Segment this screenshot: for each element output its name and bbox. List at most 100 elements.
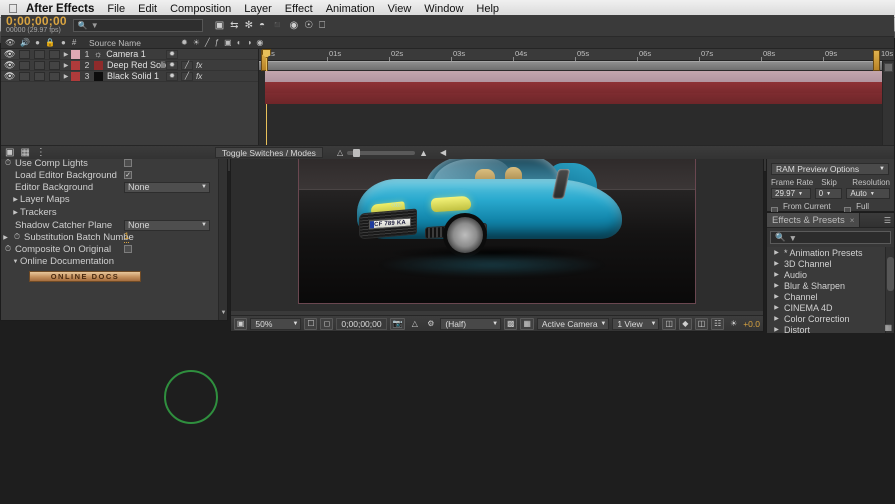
collapse-panel-icon[interactable]: ◀: [440, 148, 446, 157]
track-row[interactable]: [259, 93, 882, 104]
choose-grid-icon[interactable]: ☐: [304, 317, 318, 330]
substitution-value[interactable]: 1: [124, 231, 130, 243]
channel-icon[interactable]: ⚙: [424, 318, 437, 330]
chevron-right-icon[interactable]: ▶: [772, 315, 781, 322]
transparency-grid-icon[interactable]: ▦: [520, 317, 534, 330]
new-folder-icon[interactable]: ▦: [884, 323, 892, 332]
prop-editor-background[interactable]: Editor Background None ▼: [1, 181, 227, 193]
resolution-dropdown[interactable]: (Half) ▼: [440, 317, 502, 330]
layer-label-color[interactable]: [71, 71, 80, 81]
group-trackers[interactable]: ▶ Trackers: [1, 206, 227, 219]
solo-icon[interactable]: ●: [35, 38, 40, 47]
chevron-right-icon[interactable]: ▶: [772, 304, 781, 311]
zoom-thumb[interactable]: [353, 148, 361, 157]
quality-icon[interactable]: ╱: [205, 38, 210, 47]
list-item[interactable]: ▶ CINEMA 4D: [767, 302, 894, 313]
track-row[interactable]: [259, 71, 882, 82]
layer-bar-black-solid[interactable]: [265, 93, 882, 104]
draft-3d-icon[interactable]: ⇆: [230, 20, 238, 31]
source-name-header[interactable]: Source Name: [89, 38, 175, 48]
motion-blur-icon[interactable]: ◾: [271, 20, 283, 31]
skip-field[interactable]: 0 ▼: [814, 188, 843, 199]
list-item[interactable]: ▶ Audio: [767, 269, 894, 280]
shy-switch[interactable]: ✹: [166, 49, 178, 59]
timeline-zoom-slider[interactable]: △ ▲: [337, 148, 428, 158]
timeline-timecode[interactable]: 0;00;00;00 00000 (29.97 fps): [6, 15, 67, 36]
menu-composition[interactable]: Composition: [170, 3, 231, 15]
lock-toggle[interactable]: [49, 60, 61, 70]
region-of-interest-toggle-icon[interactable]: ▩: [504, 317, 518, 330]
camera-view-dropdown[interactable]: Active Camera ▼: [536, 317, 610, 330]
prop-value[interactable]: None ▼: [124, 181, 210, 193]
menu-animation[interactable]: Animation: [326, 3, 375, 15]
solo-toggle[interactable]: [34, 60, 46, 70]
timeline-icon[interactable]: ◫: [694, 317, 709, 330]
chevron-right-icon[interactable]: ▶: [772, 293, 781, 300]
prop-value[interactable]: None ▼: [124, 219, 210, 231]
auto-keyframe-icon[interactable]: ⎕: [319, 20, 325, 31]
solo-toggle[interactable]: [34, 71, 46, 81]
eye-icon[interactable]: 👁: [4, 49, 15, 60]
show-snapshot-icon[interactable]: △: [408, 318, 421, 330]
chevron-right-icon[interactable]: ▶: [772, 260, 781, 267]
layer-label-color[interactable]: [71, 49, 80, 59]
prop-shadow-catcher-plane[interactable]: Shadow Catcher Plane None ▼: [1, 219, 227, 231]
comp-timecode[interactable]: 0;00;00;00: [336, 317, 387, 330]
list-item[interactable]: ▶ Color Correction: [767, 313, 894, 324]
tab-effects-presets[interactable]: Effects & Presets ×: [767, 213, 861, 227]
table-row[interactable]: 👁 ▶ 2 Deep Red Solid 1 ✹ ╱ fx: [1, 60, 258, 71]
quality-switch[interactable]: ╱: [181, 71, 193, 81]
fx-icon[interactable]: fx: [196, 72, 202, 81]
ram-preview-options-dropdown[interactable]: RAM Preview Options ▼: [771, 163, 889, 175]
track-row[interactable]: [259, 82, 882, 93]
pixel-aspect-correction-icon[interactable]: ◫: [662, 317, 676, 330]
zoom-track[interactable]: [347, 148, 416, 157]
adjustment-icon[interactable]: ◑: [247, 38, 252, 47]
chevron-down-icon[interactable]: ▼: [91, 21, 99, 30]
list-item[interactable]: ▶ 3D Channel: [767, 258, 894, 269]
chevron-right-icon[interactable]: ▶: [772, 271, 781, 278]
effects-icon[interactable]: ƒ: [215, 38, 219, 47]
eye-icon[interactable]: 👁: [4, 60, 15, 71]
lock-toggle[interactable]: [49, 49, 61, 59]
menu-effect[interactable]: Effect: [285, 3, 313, 15]
keyframe-navigator-icon[interactable]: [884, 63, 893, 72]
comp-flowchart-icon[interactable]: ☷: [711, 317, 725, 330]
eye-icon[interactable]: 👁: [5, 38, 15, 47]
comp-mini-flowchart-icon[interactable]: ▦: [20, 147, 29, 158]
exposure-value[interactable]: +0.0: [743, 319, 760, 329]
panel-menu-icon[interactable]: ☰: [880, 213, 894, 227]
zoom-in-icon[interactable]: ▲: [419, 148, 428, 158]
fast-previews-icon[interactable]: ◆: [678, 317, 692, 330]
prop-value[interactable]: [124, 159, 132, 167]
scroll-down-icon[interactable]: ▼: [219, 310, 227, 319]
effects-search-input[interactable]: 🔍 ▼: [770, 231, 891, 244]
group-layer-maps[interactable]: ▶ Layer Maps: [1, 193, 227, 206]
toggle-switches-modes-button[interactable]: Toggle Switches / Modes: [214, 147, 323, 158]
layer-label-color[interactable]: [71, 60, 80, 70]
chevron-right-icon[interactable]: ▶: [11, 196, 20, 203]
chevron-right-icon[interactable]: ▶: [61, 51, 71, 58]
menu-layer[interactable]: Layer: [244, 3, 272, 15]
list-item[interactable]: ▶ Blur & Sharpen: [767, 280, 894, 291]
cti-head[interactable]: [262, 49, 271, 58]
audio-toggle[interactable]: [19, 71, 31, 81]
eye-icon[interactable]: 👁: [4, 71, 15, 82]
timeline-tracks[interactable]: 0s 01s 02s 03s 04s 05s 06s 07s 08s 09s 1…: [259, 49, 894, 159]
zoom-out-icon[interactable]: △: [337, 148, 343, 157]
fx-icon[interactable]: fx: [196, 61, 202, 70]
chevron-right-icon[interactable]: ▶: [772, 249, 781, 256]
shy-switch[interactable]: ✹: [166, 60, 178, 70]
frame-blending-icon[interactable]: ◓: [259, 20, 265, 31]
stopwatch-icon[interactable]: ⏱: [1, 244, 15, 254]
solo-toggle[interactable]: [34, 49, 46, 59]
stopwatch-icon[interactable]: ⏱: [10, 232, 24, 242]
comp-flowchart-icon[interactable]: ▣: [5, 147, 14, 158]
work-area-end-handle[interactable]: [873, 50, 880, 71]
menu-window[interactable]: Window: [424, 3, 463, 15]
magnification-dropdown[interactable]: 50% ▼: [250, 317, 302, 330]
menu-edit[interactable]: Edit: [138, 3, 157, 15]
menu-view[interactable]: View: [388, 3, 412, 15]
audio-icon[interactable]: 🔊: [20, 38, 30, 47]
table-row[interactable]: 👁 ▶ 3 Black Solid 1 ✹ ╱ fx: [1, 71, 258, 82]
